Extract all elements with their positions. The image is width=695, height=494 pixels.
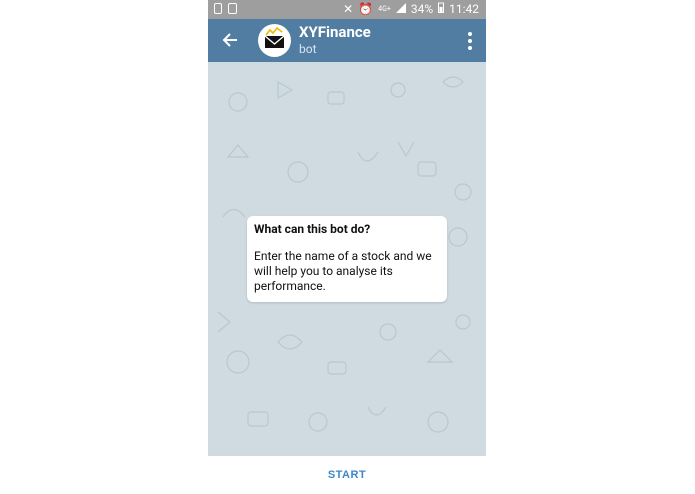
avatar[interactable] (258, 24, 291, 57)
bottom-bar: START (208, 456, 486, 494)
battery-percent: 34% (410, 2, 434, 16)
clock: 11:42 (449, 2, 479, 16)
chat-header: XYFinance bot (208, 19, 486, 62)
chat-title: XYFinance (299, 23, 371, 41)
start-button[interactable]: START (208, 456, 486, 494)
chat-area: What can this bot do? Enter the name of … (208, 62, 486, 456)
bot-intro-body: Enter the name of a stock and we will he… (254, 249, 432, 293)
back-arrow-icon[interactable] (221, 30, 241, 50)
status-bar: ✕ ⏰ 4G+ 34% 11:42 (208, 0, 486, 19)
status-left-icons (214, 3, 237, 14)
mute-icon: ✕ (343, 2, 354, 16)
battery-icon (438, 2, 445, 16)
status-right: ✕ ⏰ 4G+ 34% 11:42 (343, 2, 479, 16)
bot-intro-title: What can this bot do? (254, 222, 371, 236)
chat-subtitle: bot (299, 42, 317, 56)
xyfinance-logo-icon (264, 26, 285, 52)
bot-intro-card: What can this bot do? Enter the name of … (247, 216, 447, 302)
signal-icon (395, 2, 406, 16)
battery-saver-icon (214, 3, 222, 14)
notification-icon (228, 3, 237, 14)
alarm-icon: ⏰ (358, 2, 374, 16)
phone-screen: ✕ ⏰ 4G+ 34% 11:42 XYFinance bot What can… (208, 0, 486, 494)
more-options-icon[interactable] (467, 32, 473, 50)
network-icon: 4G+ (378, 5, 391, 13)
